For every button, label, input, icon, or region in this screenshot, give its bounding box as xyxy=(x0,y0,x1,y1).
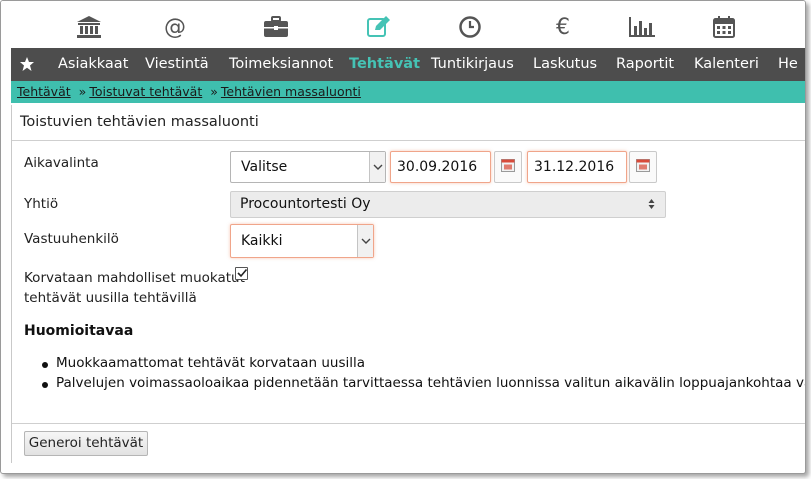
breadcrumb-separator: » xyxy=(210,84,218,99)
at-icon[interactable]: @ xyxy=(161,14,189,40)
nav-item-help[interactable]: He xyxy=(778,48,798,81)
generate-tasks-button[interactable]: Generoi tehtävät xyxy=(24,431,148,456)
app-window: @ € Asiakkaat Viestintä Toimeksiannot Te… xyxy=(0,0,806,474)
notes-list: Muokkaamattomat tehtävät korvataan uusil… xyxy=(40,355,805,395)
divider xyxy=(12,140,805,141)
notes-heading: Huomioitavaa xyxy=(24,323,134,339)
overwrite-label-line: Korvataan mahdolliset muokatut xyxy=(24,270,245,286)
chevron-down-icon[interactable] xyxy=(369,152,385,182)
updown-arrows-icon xyxy=(648,198,655,214)
breadcrumb: Tehtävät» Toistuvat tehtävät» Tehtävien ma… xyxy=(11,81,805,103)
calendar-picker-icon xyxy=(501,158,515,176)
clock-icon[interactable] xyxy=(456,14,484,40)
calendar-picker-icon xyxy=(636,158,650,176)
chevron-down-icon[interactable] xyxy=(357,225,373,257)
date-from-input[interactable]: 30.09.2016 xyxy=(390,151,491,183)
bank-icon[interactable] xyxy=(75,14,103,40)
time-range-select[interactable]: Valitse xyxy=(230,151,386,183)
date-from-value: 30.09.2016 xyxy=(397,159,478,175)
owner-label: Vastuuhenkilö xyxy=(24,231,119,247)
company-select-value: Procountortesti Oy xyxy=(240,196,371,212)
module-icon-bar: @ € xyxy=(1,1,805,48)
star-icon[interactable] xyxy=(19,56,35,76)
page-title: Toistuvien tehtävien massaluonti xyxy=(20,114,259,130)
nav-item-toimeksiannot[interactable]: Toimeksiannot xyxy=(229,48,333,81)
nav-item-laskutus[interactable]: Laskutus xyxy=(533,48,597,81)
time-range-label: Aikavalinta xyxy=(24,155,99,171)
date-from-calendar-button[interactable] xyxy=(494,151,522,183)
overwrite-checkbox[interactable] xyxy=(235,267,248,280)
list-item: Palvelujen voimassaoloaikaa pidennetään … xyxy=(40,375,805,391)
nav-item-tehtavat[interactable]: Tehtävät xyxy=(349,48,420,81)
company-select[interactable]: Procountortesti Oy xyxy=(230,191,666,218)
breadcrumb-separator: » xyxy=(78,84,87,99)
overwrite-label: Korvataan mahdolliset muokatut tehtävät … xyxy=(24,268,245,308)
edit-icon[interactable] xyxy=(365,14,393,40)
nav-item-tuntikirjaus[interactable]: Tuntikirjaus xyxy=(431,48,514,81)
owner-select-value: Kaikki xyxy=(241,233,283,249)
checkmark-icon xyxy=(236,267,248,283)
breadcrumb-link-massaluonti[interactable]: Tehtävien massaluonti xyxy=(221,84,361,99)
breadcrumb-link-tehtavat[interactable]: Tehtävät xyxy=(17,84,71,99)
breadcrumb-link-toistuvat[interactable]: Toistuvat tehtävät xyxy=(89,84,202,99)
content-panel: Toistuvien tehtävien massaluonti Aikaval… xyxy=(11,105,805,463)
divider xyxy=(12,423,805,424)
bar-chart-icon[interactable] xyxy=(628,14,656,40)
nav-item-raportit[interactable]: Raportit xyxy=(616,48,674,81)
date-to-input[interactable]: 31.12.2016 xyxy=(527,151,627,183)
euro-icon[interactable]: € xyxy=(549,14,577,40)
calendar-icon[interactable] xyxy=(710,14,738,40)
briefcase-icon[interactable] xyxy=(262,14,290,40)
list-item: Muokkaamattomat tehtävät korvataan uusil… xyxy=(40,355,805,371)
nav-item-viestinta[interactable]: Viestintä xyxy=(145,48,209,81)
main-nav: Asiakkaat Viestintä Toimeksiannot Tehtäv… xyxy=(11,48,805,81)
time-range-select-value: Valitse xyxy=(241,159,288,175)
date-to-calendar-button[interactable] xyxy=(629,151,657,183)
owner-select[interactable]: Kaikki xyxy=(230,224,374,258)
company-label: Yhtiö xyxy=(24,196,59,212)
overwrite-label-line: tehtävät uusilla tehtävillä xyxy=(24,290,197,306)
nav-item-asiakkaat[interactable]: Asiakkaat xyxy=(58,48,128,81)
date-to-value: 31.12.2016 xyxy=(534,159,615,175)
nav-item-kalenteri[interactable]: Kalenteri xyxy=(694,48,759,81)
